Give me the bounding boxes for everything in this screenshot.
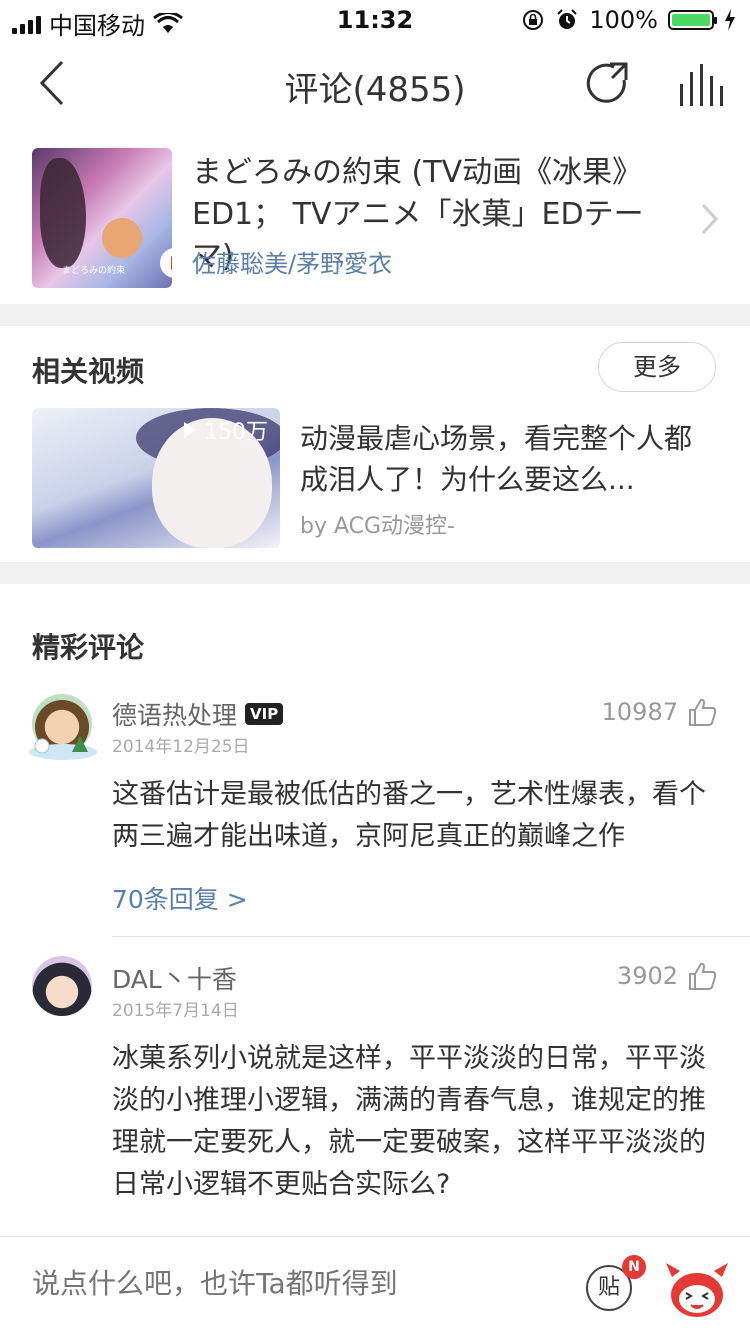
like-count: 3902 xyxy=(616,962,678,990)
like-button[interactable]: 3902 xyxy=(617,960,718,992)
like-button[interactable]: 10987 xyxy=(602,696,718,728)
more-button[interactable]: 更多 xyxy=(598,342,716,392)
comment-date: 2014年12月25日 xyxy=(112,737,250,757)
video-thumbnail[interactable]: 150万 xyxy=(32,408,280,548)
cover-caption: まどろみの約束 xyxy=(62,266,126,276)
equalizer-icon[interactable] xyxy=(676,64,724,108)
section-divider xyxy=(0,562,750,584)
battery-percent: 100% xyxy=(589,6,658,34)
thumbs-up-icon xyxy=(689,962,717,990)
replies-link[interactable]: 70条回复 > xyxy=(112,880,248,916)
alarm-icon xyxy=(557,9,578,29)
comment-text: 这番估计是最被低估的番之一，艺术性爆表，看个两三遍才能出味道，京阿尼真正的巅峰之… xyxy=(112,779,706,852)
related-videos-heading: 相关视频 xyxy=(32,355,145,388)
song-card[interactable]: まどろみの約束 まどろみの約束 (TV动画《冰果》ED1； TVアニメ「氷菓」E… xyxy=(0,142,750,302)
avatar[interactable] xyxy=(32,956,92,1016)
chevron-right-icon xyxy=(701,203,719,235)
share-icon[interactable] xyxy=(584,60,632,108)
song-artist[interactable]: 佐藤聡美/茅野愛衣 xyxy=(192,244,392,279)
comment-input-bar: 贴 N xyxy=(0,1236,750,1335)
play-icon xyxy=(184,422,196,438)
nav-bar: 评论(4855) xyxy=(0,44,750,128)
thumbs-up-icon xyxy=(689,698,717,726)
mascot-emoji-icon[interactable] xyxy=(664,1259,730,1319)
view-count-label: 150万 xyxy=(204,420,268,445)
video-author: by ACG动漫控- xyxy=(300,514,455,539)
comment-user-name: 德语热处理 xyxy=(112,701,238,730)
comment-user[interactable]: DAL丶十香 xyxy=(112,960,237,996)
view-count: 150万 xyxy=(184,414,268,446)
section-divider xyxy=(0,304,750,326)
hot-comments-heading: 精彩评论 xyxy=(32,631,145,664)
comment-user[interactable]: 德语热处理 VIP xyxy=(112,696,284,732)
like-count: 10987 xyxy=(601,698,678,726)
status-right: 100% xyxy=(521,6,736,34)
battery-icon xyxy=(668,10,717,30)
comment-separator xyxy=(112,936,750,937)
new-badge: N xyxy=(622,1255,646,1279)
comment-date: 2015年7月14日 xyxy=(112,1001,239,1021)
vip-badge: VIP xyxy=(245,703,284,725)
comment-user-name: DAL丶十香 xyxy=(112,965,237,994)
album-cover[interactable]: まどろみの約束 xyxy=(32,148,172,288)
rotation-lock-icon xyxy=(523,10,544,30)
status-bar: 中国移动 11:32 100% xyxy=(0,0,750,40)
video-title[interactable]: 动漫最虐心场景，看完整个人都成泪人了！为什么要这么... xyxy=(300,418,710,500)
comment-text: 冰菓系列小说就是这样，平平淡淡的日常，平平淡淡的小推理小逻辑，满满的青春气息，谁… xyxy=(112,1043,706,1200)
comment-input[interactable] xyxy=(32,1267,552,1300)
play-icon[interactable] xyxy=(160,248,172,278)
page-title: 评论(4855) xyxy=(284,70,466,110)
charging-icon xyxy=(725,9,735,31)
avatar-decoration-icon xyxy=(29,736,97,760)
